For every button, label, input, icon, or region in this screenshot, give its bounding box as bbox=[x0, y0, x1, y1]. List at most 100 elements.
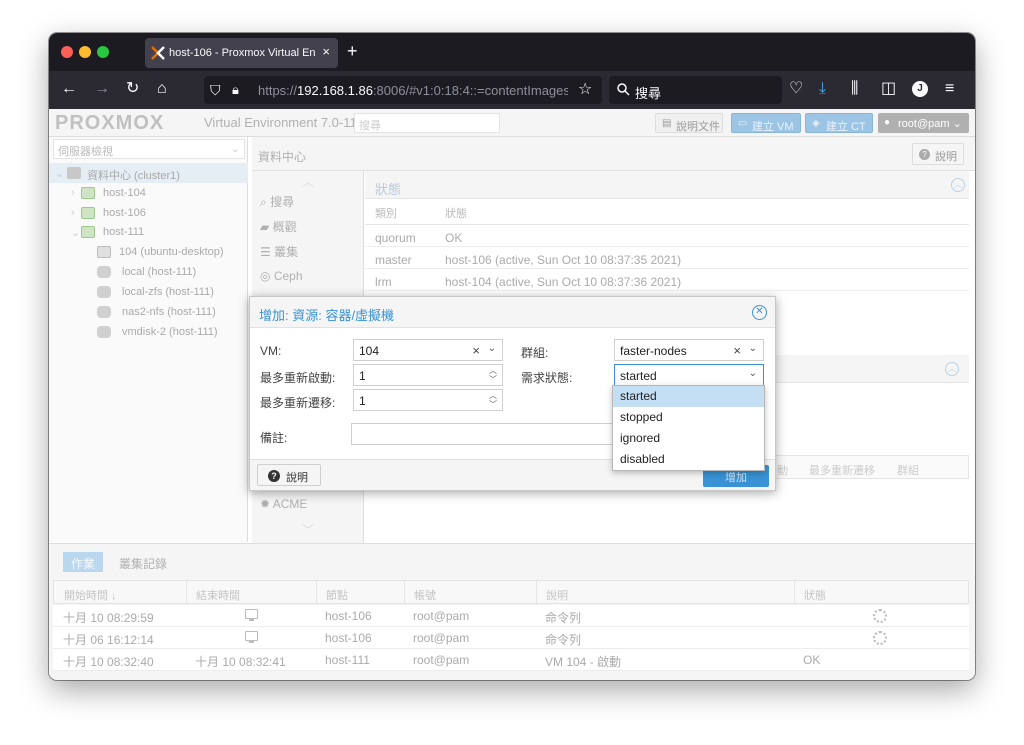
search-icon bbox=[617, 83, 630, 96]
chevron-down-icon[interactable]: ⌄ bbox=[749, 343, 757, 354]
home-icon[interactable]: ⌂ bbox=[157, 80, 167, 98]
tab-tasks[interactable]: 作業 bbox=[63, 552, 104, 572]
column-max-relocate[interactable]: 最多重新遷移 bbox=[809, 462, 875, 478]
collapse-panel-icon[interactable]: ︿ bbox=[951, 178, 965, 192]
column-end-time[interactable]: 結束時間 bbox=[196, 587, 240, 603]
spinner-arrows-icon[interactable]: ︿ ﹀ bbox=[489, 366, 497, 384]
pocket-icon[interactable]: ♡ bbox=[789, 80, 803, 98]
help-button[interactable]: ? 說明 bbox=[912, 143, 964, 165]
tree-item-storage-nas2-nfs[interactable]: nas2-nfs (host-111) bbox=[49, 302, 248, 322]
tree-item-host-111[interactable]: ⌄ host-111 bbox=[49, 222, 248, 242]
expand-arrow-icon: › bbox=[71, 207, 75, 219]
request-state-select[interactable]: started ⌄ bbox=[614, 364, 764, 386]
column-node[interactable]: 節點 bbox=[326, 587, 348, 603]
group-select[interactable]: faster-nodes × ⌄ bbox=[614, 339, 764, 361]
download-icon[interactable]: ⤓ bbox=[819, 80, 826, 98]
reload-icon[interactable]: ↻ bbox=[126, 80, 139, 98]
create-ct-button[interactable]: ◈ 建立 CT bbox=[805, 113, 873, 133]
close-icon[interactable]: ✕ bbox=[752, 305, 767, 320]
tree-item-storage-local-zfs[interactable]: local-zfs (host-111) bbox=[49, 282, 248, 302]
browser-tab[interactable]: host-106 - Proxmox Virtual Envi × bbox=[145, 38, 338, 68]
max-relocate-label: 最多重新遷移: bbox=[260, 396, 336, 410]
dropdown-option-stopped[interactable]: stopped bbox=[613, 407, 764, 428]
account-avatar-icon[interactable]: J bbox=[912, 81, 928, 97]
menu-item-acme[interactable]: ✹ ACME bbox=[260, 497, 307, 511]
new-tab-button[interactable]: + bbox=[347, 41, 358, 62]
table-row[interactable]: master host-106 (active, Sun Oct 10 08:3… bbox=[365, 247, 969, 269]
browser-search-input[interactable]: 搜尋 bbox=[609, 76, 782, 104]
global-search-input[interactable]: 搜尋 bbox=[354, 113, 500, 133]
bookmark-star-icon[interactable]: ☆ bbox=[578, 81, 592, 99]
sidebar-icon[interactable]: ◫ bbox=[881, 80, 896, 98]
chevron-down-icon[interactable]: ⌄ bbox=[749, 368, 757, 379]
table-row[interactable]: quorum OK bbox=[365, 225, 969, 247]
dropdown-option-started[interactable]: started bbox=[613, 386, 764, 407]
back-icon[interactable]: ← bbox=[61, 80, 77, 98]
clear-icon[interactable]: × bbox=[472, 343, 480, 358]
create-vm-button[interactable]: ▭ 建立 VM bbox=[731, 113, 801, 133]
browser-window: host-106 - Proxmox Virtual Envi × + ← → … bbox=[49, 33, 975, 680]
clear-icon[interactable]: × bbox=[733, 343, 741, 358]
column-max-restart[interactable]: 動 bbox=[777, 462, 788, 478]
table-row[interactable]: 十月 10 08:32:40 十月 10 08:32:41 host-111 r… bbox=[53, 649, 969, 671]
column-start-time[interactable]: 開始時間 ↓ bbox=[64, 587, 117, 603]
collapse-panel-icon[interactable]: ︿ bbox=[945, 362, 959, 376]
datacenter-icon bbox=[67, 167, 81, 179]
tree-item-host-106[interactable]: › host-106 bbox=[49, 203, 248, 223]
maximize-window-button[interactable] bbox=[97, 46, 109, 58]
table-row[interactable]: 十月 06 16:12:14 host-106 root@pam 命令列 bbox=[53, 627, 969, 649]
tab-close-icon[interactable]: × bbox=[322, 44, 330, 59]
dialog-title: 增加: 資源: 容器/虛擬機 bbox=[259, 308, 395, 323]
dropdown-option-ignored[interactable]: ignored bbox=[613, 428, 764, 449]
column-status[interactable]: 狀態 bbox=[804, 587, 826, 603]
minimize-window-button[interactable] bbox=[79, 46, 91, 58]
menu-icon[interactable]: ≡ bbox=[945, 80, 954, 98]
menu-item-search[interactable]: ⌕ 搜尋 bbox=[260, 193, 294, 210]
max-relocate-stepper[interactable]: 1 ︿ ﹀ bbox=[353, 389, 503, 411]
user-menu-button[interactable]: ● root@pam ⌄ bbox=[878, 113, 969, 133]
loading-spinner-icon bbox=[873, 609, 887, 623]
column-status[interactable]: 狀態 bbox=[445, 205, 467, 221]
spinner-arrows-icon[interactable]: ︿ ﹀ bbox=[489, 391, 497, 409]
table-row[interactable]: lrm host-104 (active, Sun Oct 10 08:37:3… bbox=[365, 269, 969, 291]
column-type[interactable]: 類別 bbox=[375, 205, 397, 221]
tree-item-storage-vmdisk-2[interactable]: vmdisk-2 (host-111) bbox=[49, 322, 248, 342]
proxmox-logo: PROXMOX bbox=[55, 112, 165, 134]
vm-select[interactable]: 104 × ⌄ bbox=[353, 339, 503, 361]
scroll-down-icon[interactable]: ﹀ bbox=[302, 521, 314, 538]
request-state-dropdown: started stopped ignored disabled bbox=[612, 385, 765, 471]
dialog-help-button[interactable]: ? 說明 bbox=[257, 464, 321, 486]
menu-item-cluster[interactable]: ☰ 叢集 bbox=[260, 243, 298, 260]
shield-icon[interactable]: ⛉ bbox=[210, 81, 221, 99]
menu-item-ceph[interactable]: ◎ Ceph bbox=[260, 269, 303, 283]
close-window-button[interactable] bbox=[61, 46, 73, 58]
documentation-button[interactable]: ▤ 說明文件 bbox=[655, 113, 723, 133]
tab-cluster-log[interactable]: 叢集記錄 bbox=[111, 552, 175, 572]
content-header: 資料中心 ? 說明 bbox=[252, 137, 975, 171]
library-icon[interactable]: ⫼ bbox=[851, 80, 858, 98]
console-icon bbox=[245, 631, 258, 643]
column-user[interactable]: 帳號 bbox=[414, 587, 436, 603]
tab-title: host-106 - Proxmox Virtual Envi bbox=[169, 47, 315, 59]
tree-item-vm-104[interactable]: 104 (ubuntu-desktop) bbox=[49, 242, 248, 262]
column-description[interactable]: 說明 bbox=[546, 587, 568, 603]
tree-item-storage-local[interactable]: local (host-111) bbox=[49, 262, 248, 282]
table-row[interactable]: 十月 10 08:29:59 host-106 root@pam 命令列 bbox=[53, 605, 969, 627]
max-restart-stepper[interactable]: 1 ︿ ﹀ bbox=[353, 364, 503, 386]
book-icon: ▤ bbox=[662, 118, 672, 129]
search-icon: ⌕ bbox=[260, 195, 267, 209]
tree-view-select[interactable]: 伺服器檢視 ⌄ bbox=[53, 139, 245, 159]
forward-icon[interactable]: → bbox=[94, 80, 110, 98]
lock-icon[interactable]: 🔒︎ bbox=[232, 81, 239, 99]
scroll-up-icon[interactable]: ︿ bbox=[302, 173, 314, 190]
vm-label: VM: bbox=[260, 344, 282, 358]
collapse-arrow-icon: ⌄ bbox=[71, 227, 81, 239]
column-group[interactable]: 群組 bbox=[897, 462, 919, 478]
tree-item-host-104[interactable]: › host-104 bbox=[49, 183, 248, 203]
menu-item-summary[interactable]: ▰ 概觀 bbox=[260, 218, 297, 235]
dropdown-option-disabled[interactable]: disabled bbox=[613, 449, 764, 470]
task-log-panel: 作業 叢集記錄 開始時間 ↓ 結束時間 節點 帳號 說明 狀態 十月 10 08… bbox=[49, 543, 975, 680]
chevron-down-icon[interactable]: ⌄ bbox=[488, 343, 496, 354]
url-bar[interactable]: ⛉ 🔒︎ https://192.168.1.86:8006/#v1:0:18:… bbox=[204, 76, 602, 104]
tree-item-datacenter[interactable]: ⌄ 資料中心 (cluster1) bbox=[49, 163, 248, 183]
